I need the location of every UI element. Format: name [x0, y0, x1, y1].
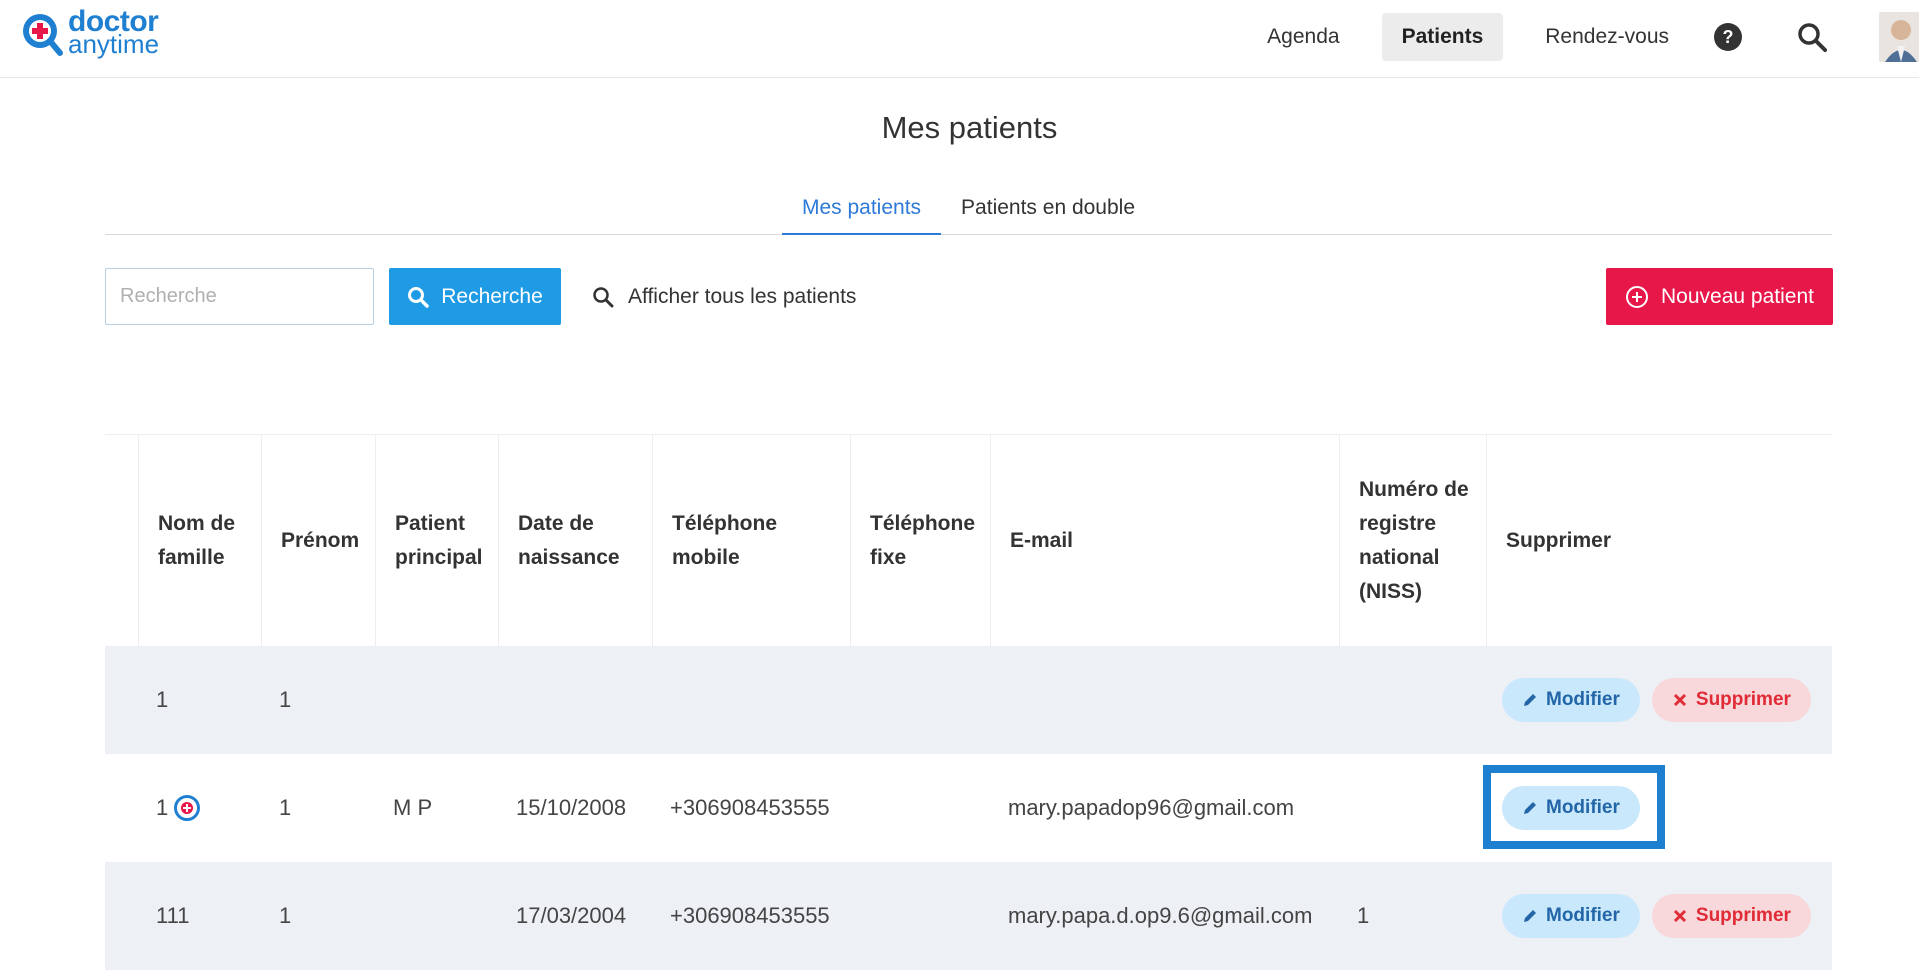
- logo-word-anytime: anytime: [68, 29, 160, 59]
- cell-niss: [1340, 754, 1487, 862]
- table-row[interactable]: 1 1 Modifier Supprimer: [105, 646, 1832, 754]
- search-icon: [408, 286, 429, 308]
- header-niss[interactable]: Numéro de registre national (NISS): [1340, 435, 1487, 646]
- cell-main-patient: [376, 646, 499, 754]
- new-patient-label: Nouveau patient: [1661, 284, 1814, 308]
- cell-last-name: 111: [156, 903, 190, 928]
- brand-logo[interactable]: doctor anytime: [20, 7, 160, 59]
- page-title: Mes patients: [881, 110, 1058, 145]
- cell-email: mary.papadop96@gmail.com: [1008, 795, 1295, 820]
- avatar[interactable]: [1879, 12, 1919, 62]
- patients-table: Nom de famille Prénom Patient principal Da…: [105, 434, 1832, 970]
- patients-tabs: Mes patients Patients en double: [105, 188, 1832, 235]
- header-email[interactable]: E-mail: [991, 435, 1340, 646]
- header-delete: Supprimer: [1506, 528, 1612, 552]
- tab-patients-en-double[interactable]: Patients en double: [941, 188, 1155, 235]
- nav-rendez-vous[interactable]: Rendez-vous: [1525, 13, 1689, 61]
- cell-main-patient: M P: [393, 795, 433, 820]
- cell-birth-date: 17/03/2004: [516, 903, 627, 928]
- main-patient-badge-icon: [174, 795, 201, 821]
- cell-actions: Modifier: [1487, 754, 1832, 862]
- search-input[interactable]: [105, 268, 374, 325]
- edit-button[interactable]: Modifier: [1502, 678, 1640, 722]
- table-header: Nom de famille Prénom Patient principal Da…: [105, 434, 1832, 646]
- cell-email: [991, 646, 1340, 754]
- header-main-patient[interactable]: Patient principal: [376, 435, 499, 646]
- cell-main-patient: [376, 862, 499, 970]
- header-landline[interactable]: Téléphone fixe: [851, 435, 991, 646]
- cell-landline: [851, 862, 991, 970]
- cell-actions: Modifier Supprimer: [1487, 862, 1832, 970]
- pencil-icon: [1524, 694, 1536, 706]
- header-mobile[interactable]: Téléphone mobile: [653, 435, 851, 646]
- pencil-icon: [1524, 910, 1536, 922]
- svg-text:?: ?: [1723, 27, 1734, 47]
- header-birth-date[interactable]: Date de naissance: [499, 435, 653, 646]
- cell-last-name: 1: [156, 687, 169, 712]
- cell-first-name: 1: [279, 795, 292, 820]
- cell-first-name: 1: [279, 687, 292, 712]
- nav-patients[interactable]: Patients: [1381, 13, 1504, 61]
- delete-button[interactable]: Supprimer: [1651, 678, 1811, 722]
- close-icon: [1673, 693, 1686, 707]
- cell-last-name: 1: [139, 754, 262, 862]
- tab-mes-patients[interactable]: Mes patients: [781, 188, 942, 235]
- header-first-name[interactable]: Prénom: [262, 435, 376, 646]
- pencil-icon: [1524, 802, 1536, 814]
- cell-landline: [851, 754, 991, 862]
- show-all-patients-link[interactable]: Afficher tous les patients: [592, 268, 856, 325]
- search-icon: [593, 286, 614, 307]
- search-button-label: Recherche: [441, 284, 543, 308]
- table-row[interactable]: 111 1 17/03/2004 +306908453555 mary.papa…: [105, 862, 1832, 970]
- edit-button[interactable]: Modifier: [1502, 786, 1640, 830]
- main-nav: Agenda Patients Rendez-vous ?: [1247, 12, 1919, 62]
- new-patient-button[interactable]: Nouveau patient: [1606, 268, 1833, 325]
- cell-mobile: +306908453555: [670, 795, 830, 820]
- top-header: doctor anytime Agenda Patients Rendez-vo…: [0, 0, 1919, 78]
- header-last-name[interactable]: Nom de famille: [139, 435, 262, 646]
- edit-button[interactable]: Modifier: [1502, 894, 1640, 938]
- nav-agenda[interactable]: Agenda: [1247, 13, 1359, 61]
- header-spacer: [105, 435, 139, 646]
- cell-mobile: [653, 646, 851, 754]
- cell-niss: 1: [1357, 903, 1370, 928]
- delete-button[interactable]: Supprimer: [1651, 894, 1811, 938]
- table-row[interactable]: 1 1 M P 15/10/2008 +306908453555 mary.pa…: [105, 754, 1832, 862]
- cell-first-name: 1: [279, 903, 292, 928]
- search-button[interactable]: Recherche: [389, 268, 561, 325]
- cell-birth-date: [499, 646, 653, 754]
- cell-email: mary.papa.d.op9.6@gmail.com: [1008, 903, 1313, 928]
- help-icon[interactable]: ?: [1711, 20, 1745, 54]
- cell-actions: Modifier Supprimer: [1487, 646, 1832, 754]
- cell-birth-date: 15/10/2008: [516, 795, 627, 820]
- logo-mark-icon: [20, 11, 64, 56]
- close-icon: [1673, 909, 1686, 923]
- cell-niss: [1340, 646, 1487, 754]
- cell-landline: [851, 646, 991, 754]
- add-circle-icon: [1626, 285, 1649, 308]
- show-all-label: Afficher tous les patients: [628, 284, 857, 308]
- search-icon[interactable]: [1795, 20, 1829, 54]
- cell-mobile: +306908453555: [670, 903, 830, 928]
